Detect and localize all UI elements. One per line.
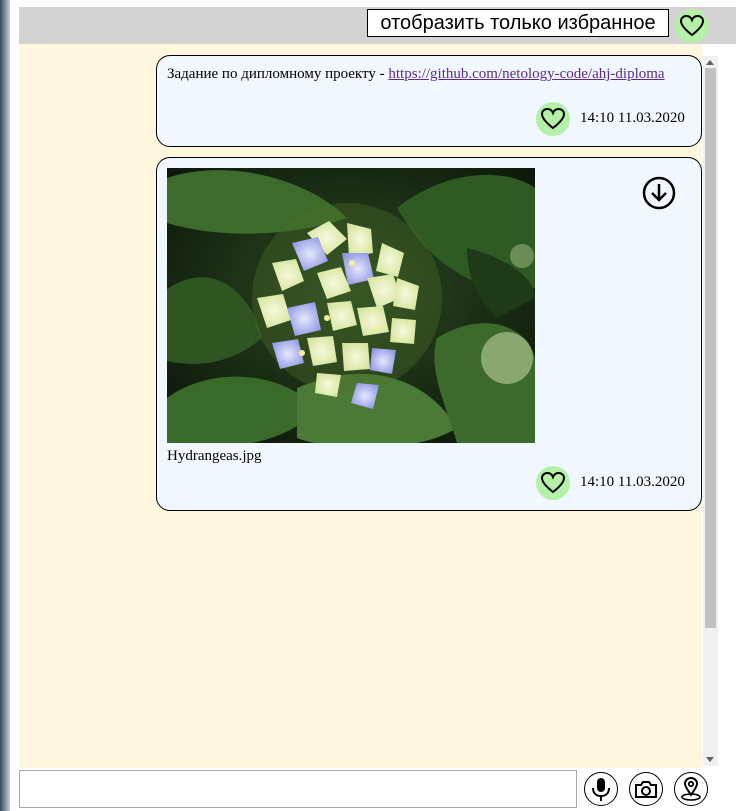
composer-bar <box>19 768 736 811</box>
scroll-down-arrow[interactable] <box>706 757 714 762</box>
chat-scrollbar[interactable] <box>703 56 718 766</box>
download-icon <box>642 176 676 210</box>
favorite-button[interactable] <box>536 102 570 136</box>
window-gap <box>10 0 19 811</box>
message-input[interactable] <box>19 770 577 808</box>
location-pin-icon <box>681 776 701 801</box>
scroll-thumb[interactable] <box>705 68 716 628</box>
camera-button[interactable] <box>629 772 663 806</box>
heart-icon <box>540 471 566 494</box>
scroll-up-arrow[interactable] <box>706 60 714 65</box>
message-link[interactable]: https://github.com/netology-code/ahj-dip… <box>388 66 664 82</box>
message-text: Задание по дипломному проекту - https://… <box>167 65 667 84</box>
window-edge <box>0 0 10 811</box>
download-button[interactable] <box>641 175 677 211</box>
message-timestamp: 14:10 11.03.2020 <box>580 110 685 126</box>
message-card-link: Задание по дипломному проекту - https://… <box>156 55 702 147</box>
top-bar: отобразить только избранное <box>19 7 736 44</box>
message-card-image: Hydrangeas.jpg 14:10 11.03.2020 <box>156 157 702 511</box>
favorite-button[interactable] <box>536 466 570 500</box>
file-name: Hydrangeas.jpg <box>167 448 262 464</box>
favorites-toggle-button[interactable] <box>675 9 709 43</box>
message-timestamp: 14:10 11.03.2020 <box>580 474 685 490</box>
microphone-icon <box>592 778 610 801</box>
heart-icon <box>540 107 566 130</box>
heart-icon <box>679 14 705 37</box>
hydrangea-photo[interactable] <box>167 168 535 443</box>
message-text-prefix: Задание по дипломному проекту - <box>167 66 389 82</box>
show-favorites-only-button[interactable]: отобразить только избранное <box>367 9 669 37</box>
hydrangea-image <box>167 168 535 443</box>
microphone-button[interactable] <box>584 772 618 806</box>
camera-icon <box>635 781 657 798</box>
location-button[interactable] <box>674 772 708 806</box>
